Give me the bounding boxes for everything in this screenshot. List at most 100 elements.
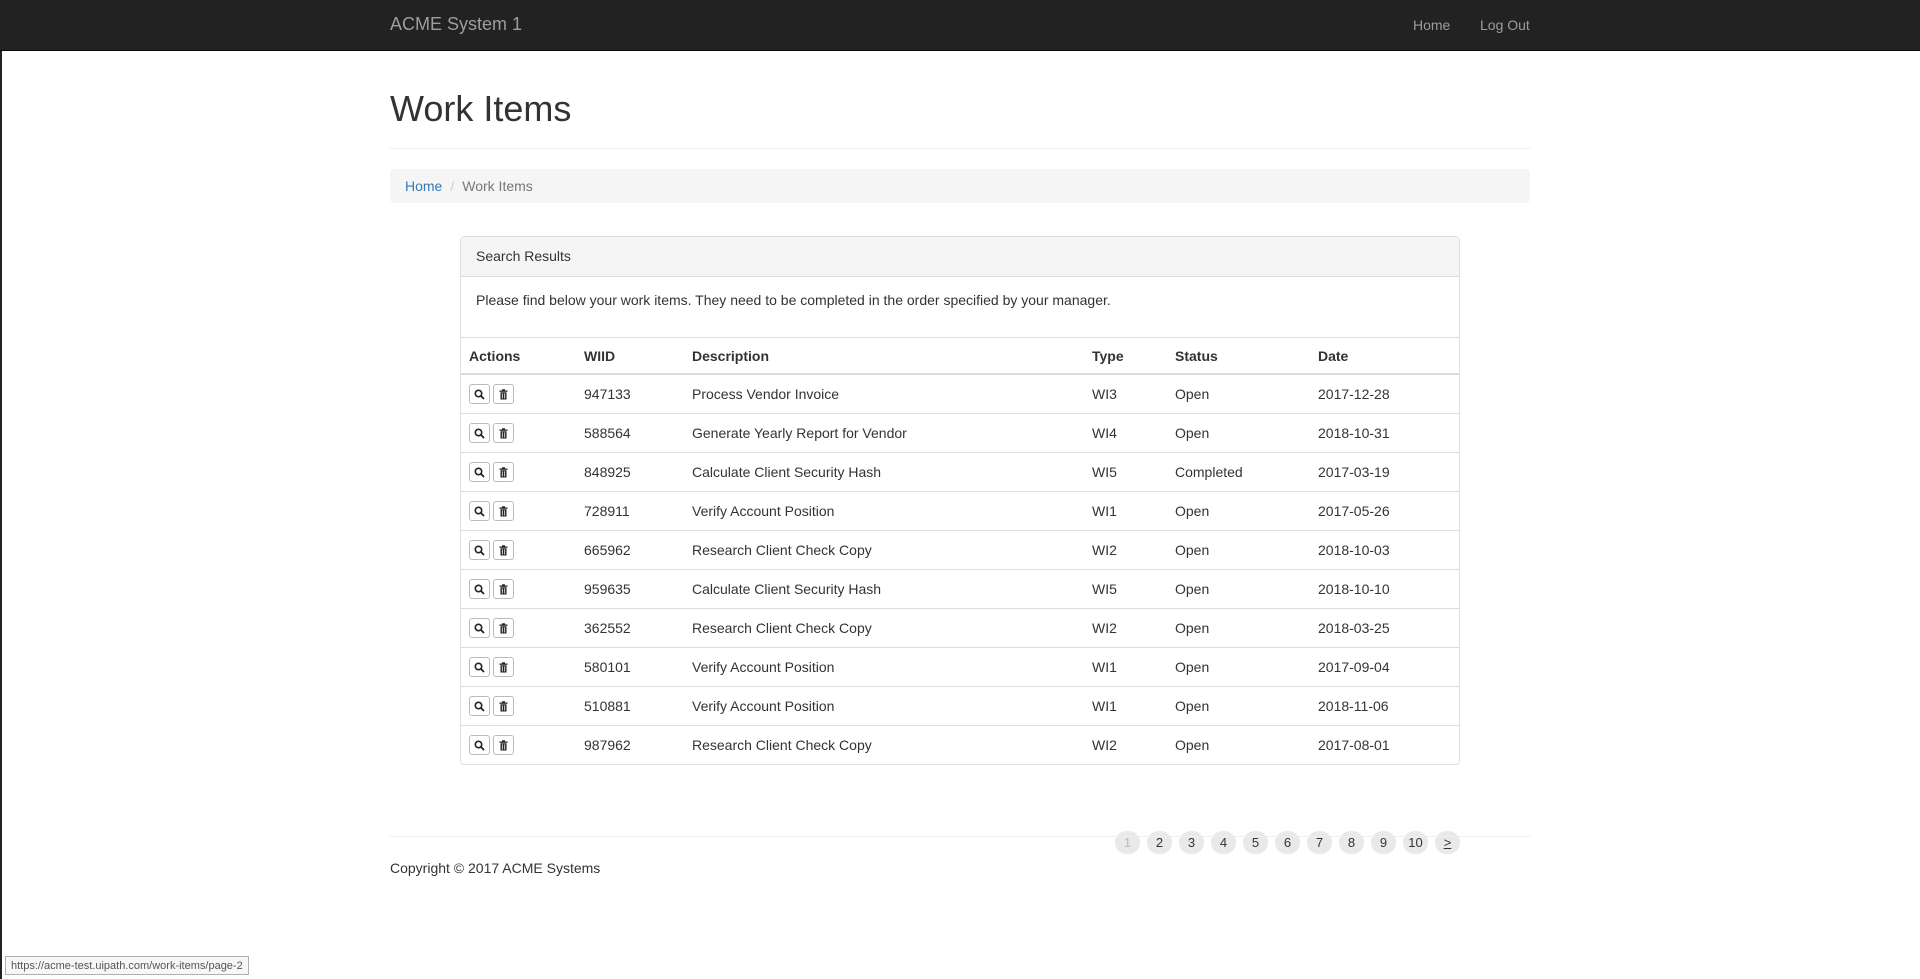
view-button[interactable]	[469, 422, 490, 443]
delete-button[interactable]	[493, 578, 514, 599]
actions-cell	[461, 412, 576, 452]
view-button[interactable]	[469, 500, 490, 521]
date-cell: 2017-05-26	[1310, 490, 1459, 530]
status-cell: Open	[1167, 529, 1310, 569]
delete-button[interactable]	[493, 695, 514, 716]
delete-button[interactable]	[493, 734, 514, 755]
wiid-cell: 947133	[584, 385, 631, 402]
page-button-5[interactable]: 5	[1243, 831, 1268, 854]
column-header-status: Status	[1167, 338, 1310, 375]
table-header-row: Actions WIID Description Type Status Dat…	[461, 338, 1459, 375]
title-divider	[390, 148, 1530, 149]
column-header-description: Description	[684, 338, 1084, 375]
page-button-8[interactable]: 8	[1339, 831, 1364, 854]
actions-cell	[461, 685, 576, 725]
status-bar-url: https://acme-test.uipath.com/work-items/…	[5, 956, 249, 975]
type-cell: WI1	[1084, 490, 1167, 530]
wiid-cell: 665962	[576, 529, 684, 569]
actions-cell	[461, 490, 576, 530]
type-cell: WI5	[1084, 568, 1167, 608]
wiid-cell: 848925	[576, 451, 684, 491]
delete-button[interactable]	[493, 383, 514, 404]
page-button-7[interactable]: 7	[1307, 831, 1332, 854]
type-cell: WI5	[1084, 451, 1167, 491]
page-button-2[interactable]: 2	[1147, 831, 1172, 854]
view-button[interactable]	[469, 578, 490, 599]
table-row: 987962 Research Client Check Copy WI2 Open 2…	[461, 724, 1459, 764]
work-items-table: Actions WIID Description Type Status Dat…	[461, 338, 1459, 764]
actions-cell	[461, 646, 576, 686]
table-row: 665962 Research Client Check Copy WI2 Open 2…	[461, 529, 1459, 569]
view-button[interactable]	[469, 656, 490, 677]
description-cell: Calculate Client Security Hash	[684, 568, 1084, 608]
description-cell: Generate Yearly Report for Vendor	[684, 412, 1084, 452]
nav-home-link[interactable]: Home	[1413, 17, 1450, 33]
type-cell: WI2	[1084, 724, 1167, 764]
wiid-cell: 362552	[576, 607, 684, 647]
view-button[interactable]	[469, 383, 490, 404]
date-cell: 2018-10-03	[1310, 529, 1459, 569]
description-cell: Calculate Client Security Hash	[684, 451, 1084, 491]
page-button-10[interactable]: 10	[1403, 831, 1428, 854]
date-cell: 2017-03-19	[1310, 451, 1459, 491]
wiid-cell: 580101	[576, 646, 684, 686]
date-cell: 2017-08-01	[1310, 724, 1459, 764]
page-button-1[interactable]: 1	[1115, 831, 1140, 854]
breadcrumb: Home / Work Items	[390, 169, 1530, 203]
view-button[interactable]	[469, 734, 490, 755]
type-cell: WI3	[1092, 385, 1117, 402]
breadcrumb-home-link[interactable]: Home	[405, 178, 442, 194]
status-cell: Open	[1167, 607, 1310, 647]
actions-cell	[461, 607, 576, 647]
wiid-cell: 728911	[576, 490, 684, 530]
table-row: 959635 Calculate Client Security Hash WI5 O…	[461, 568, 1459, 608]
date-cell: 2018-10-10	[1310, 568, 1459, 608]
search-results-panel: Search Results Please find below your wo…	[460, 236, 1460, 765]
view-button[interactable]	[469, 539, 490, 560]
column-header-wiid: WIID	[576, 338, 684, 375]
type-cell: WI2	[1084, 529, 1167, 569]
delete-button[interactable]	[493, 539, 514, 560]
delete-button[interactable]	[493, 617, 514, 638]
column-header-type: Type	[1084, 338, 1167, 375]
status-cell: Open	[1175, 385, 1210, 402]
page-button-3[interactable]: 3	[1179, 831, 1204, 854]
breadcrumb-current: Work Items	[462, 178, 533, 194]
table-row: 848925 Calculate Client Security Hash WI5 C…	[461, 451, 1459, 491]
wiid-cell: 510881	[576, 685, 684, 725]
date-cell: 2017-09-04	[1310, 646, 1459, 686]
next-page-button[interactable]: >	[1435, 831, 1460, 854]
date-cell: 2018-11-06	[1310, 685, 1459, 725]
page-button-4[interactable]: 4	[1211, 831, 1236, 854]
status-cell: Open	[1167, 724, 1310, 764]
page-button-9[interactable]: 9	[1371, 831, 1396, 854]
view-button[interactable]	[469, 695, 490, 716]
delete-button[interactable]	[493, 461, 514, 482]
footer-copyright: Copyright © 2017 ACME Systems	[390, 860, 601, 876]
main-container: Work Items Home / Work Items Search Result…	[390, 51, 1530, 854]
wiid-cell: 987962	[576, 724, 684, 764]
brand-link[interactable]: ACME System 1	[390, 14, 522, 35]
status-cell: Open	[1167, 412, 1310, 452]
description-cell: Process Vendor Invoice	[692, 385, 840, 402]
description-cell: Verify Account Position	[684, 646, 1084, 686]
page-button-6[interactable]: 6	[1275, 831, 1300, 854]
panel-description: Please find below your work items. They …	[461, 277, 1459, 338]
wiid-cell: 588564	[576, 412, 684, 452]
panel-heading: Search Results	[461, 237, 1459, 277]
delete-button[interactable]	[493, 422, 514, 443]
delete-button[interactable]	[493, 656, 514, 677]
actions-cell	[461, 568, 576, 608]
date-cell: 2018-10-31	[1310, 412, 1459, 452]
type-cell: WI4	[1084, 412, 1167, 452]
actions-cell	[461, 724, 576, 764]
breadcrumb-separator: /	[450, 178, 455, 194]
view-button[interactable]	[469, 617, 490, 638]
description-cell: Research Client Check Copy	[684, 529, 1084, 569]
nav-logout-link[interactable]: Log Out	[1480, 17, 1530, 33]
table-row: 510881 Verify Account Position WI1 Open 2018…	[461, 685, 1459, 725]
view-button[interactable]	[469, 461, 490, 482]
status-cell: Open	[1167, 568, 1310, 608]
status-cell: Completed	[1167, 451, 1310, 491]
delete-button[interactable]	[493, 500, 514, 521]
